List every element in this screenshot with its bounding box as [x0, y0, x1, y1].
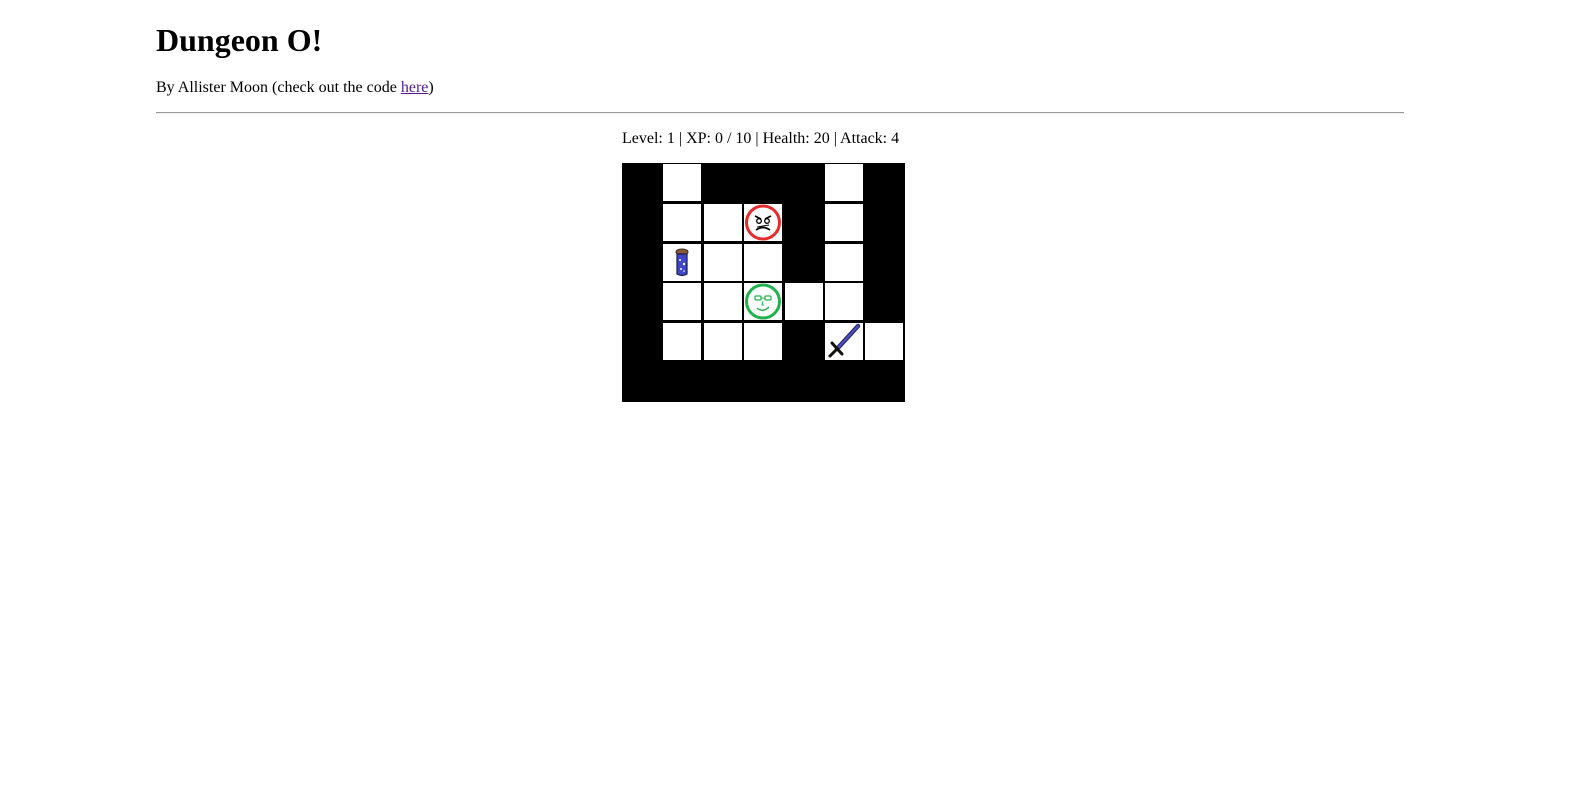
wall-cell [864, 243, 904, 282]
player-icon [745, 283, 781, 320]
floor-cell[interactable] [662, 322, 702, 361]
floor-cell[interactable] [662, 282, 702, 321]
wall-cell [622, 362, 662, 401]
floor-cell[interactable] [784, 282, 824, 321]
wall-cell [784, 362, 824, 401]
wall-cell [743, 362, 783, 401]
wall-cell [784, 163, 824, 202]
wall-cell [662, 362, 702, 401]
wall-cell [622, 243, 662, 282]
enemy-icon [745, 204, 781, 241]
wall-cell [743, 163, 783, 202]
floor-cell[interactable] [824, 163, 864, 202]
floor-cell[interactable] [703, 282, 743, 321]
floor-cell[interactable] [824, 243, 864, 282]
floor-cell[interactable] [743, 243, 783, 282]
dungeon-board[interactable] [622, 163, 905, 402]
floor-cell[interactable] [864, 322, 904, 361]
byline: By Allister Moon (check out the code her… [156, 78, 434, 98]
floor-cell[interactable] [662, 163, 702, 202]
player-cell[interactable] [743, 282, 783, 321]
floor-cell[interactable] [743, 322, 783, 361]
wall-cell [703, 163, 743, 202]
floor-cell[interactable] [824, 282, 864, 321]
sword-cell[interactable] [824, 322, 864, 361]
potion-icon [675, 248, 689, 277]
floor-cell[interactable] [703, 322, 743, 361]
wall-cell [784, 203, 824, 242]
enemy-cell[interactable] [743, 203, 783, 242]
wall-cell [864, 362, 904, 401]
wall-cell [622, 203, 662, 242]
wall-cell [824, 362, 864, 401]
wall-cell [864, 282, 904, 321]
floor-cell[interactable] [662, 203, 702, 242]
wall-cell [864, 203, 904, 242]
code-link[interactable]: here [401, 79, 429, 96]
wall-cell [864, 163, 904, 202]
stats-bar: Level: 1 | XP: 0 / 10 | Health: 20 | Att… [622, 130, 900, 147]
page-title: Dungeon O! [156, 22, 323, 58]
wall-cell [784, 322, 824, 361]
byline-text: By Allister Moon (check out the code [156, 79, 401, 96]
divider [156, 112, 1404, 114]
byline-suffix: ) [428, 79, 434, 96]
floor-cell[interactable] [703, 243, 743, 282]
wall-cell [622, 282, 662, 321]
wall-cell [703, 362, 743, 401]
floor-cell[interactable] [703, 203, 743, 242]
wall-cell [622, 163, 662, 202]
potion-cell[interactable] [662, 243, 702, 282]
wall-cell [784, 243, 824, 282]
page: Dungeon O! By Allister Moon (check out t… [0, 0, 1592, 808]
sword-icon [828, 323, 861, 358]
floor-cell[interactable] [824, 203, 864, 242]
wall-cell [622, 322, 662, 361]
